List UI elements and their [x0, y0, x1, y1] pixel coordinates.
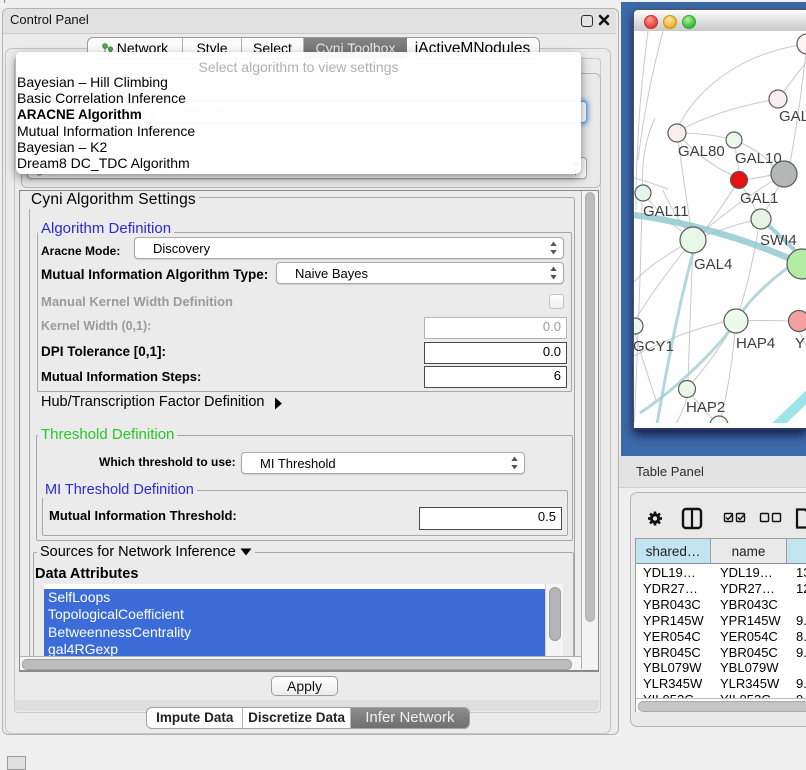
- svg-text:HAP4: HAP4: [736, 335, 775, 352]
- svg-text:GAL4: GAL4: [694, 256, 732, 273]
- svg-text:GCY1: GCY1: [634, 338, 674, 355]
- svg-text:HAP2: HAP2: [686, 399, 725, 416]
- svg-text:GAL11: GAL11: [643, 203, 689, 220]
- svg-text:GAL10: GAL10: [735, 150, 782, 167]
- svg-text:Y: Y: [795, 335, 805, 352]
- svg-text:GAL2: GAL2: [779, 108, 806, 125]
- svg-text:GAL1: GAL1: [740, 190, 778, 207]
- svg-text:SWI4: SWI4: [760, 232, 797, 249]
- svg-text:GAL80: GAL80: [678, 143, 725, 160]
